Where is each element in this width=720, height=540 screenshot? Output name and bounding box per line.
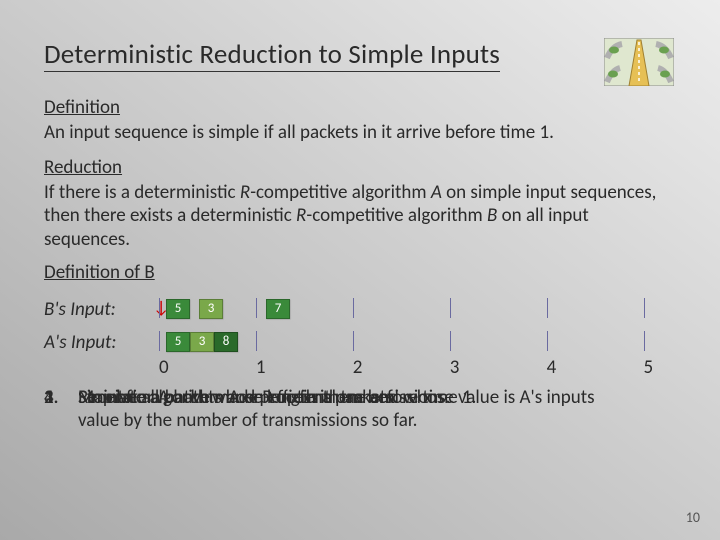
defb-heading: Definition of B [44,261,676,284]
page-title: Deterministic Reduction to Simple Inputs [44,38,500,72]
axis-number: 5 [644,356,654,379]
axis-tick [547,298,548,318]
axis-tick [644,331,645,351]
definition-text: An input sequence is simple if all packe… [44,121,676,144]
road-icon [604,38,674,86]
axis-number: 2 [353,356,363,379]
axis-number: 0 [159,356,169,379]
axis-tick [159,331,160,351]
axis-numbers: 0 1 2 3 4 5 [149,356,676,378]
overlapped-line: Maintain a batch whose length is one and… [78,386,595,409]
page-number: 10 [686,509,700,526]
axis-number: 3 [450,356,460,379]
axis-tick [353,298,354,318]
b-axis: 53 7 [144,298,654,320]
axis-tick [256,298,257,318]
reduction-heading: Reduction [44,156,676,179]
axis-tick [450,298,451,318]
b-input-label: B's Input: [44,298,144,321]
axis-number: 1 [256,356,266,379]
axis-tick [159,298,160,318]
packet-box: 3 [190,332,214,352]
reduction-text: If there is a deterministic R-competitiv… [44,181,664,251]
packet-box: 3 [199,299,223,319]
packet-box: 7 [266,299,290,319]
bottom-continuation: value by the number of transmissions so … [78,409,417,432]
a-input-label: A's Input: [44,331,144,354]
axis-tick [353,331,354,351]
axis-number: 4 [547,356,557,379]
list-number: 4. [44,386,58,409]
packet-box: 5 [166,332,190,352]
axis-tick [256,331,257,351]
packet-box: 5 [166,299,190,319]
a-axis: 538 [144,331,654,353]
definition-heading: Definition [44,96,676,119]
packet-box: 8 [214,332,238,352]
axis-tick [644,298,645,318]
axis-tick [450,331,451,351]
axis-tick [547,331,548,351]
